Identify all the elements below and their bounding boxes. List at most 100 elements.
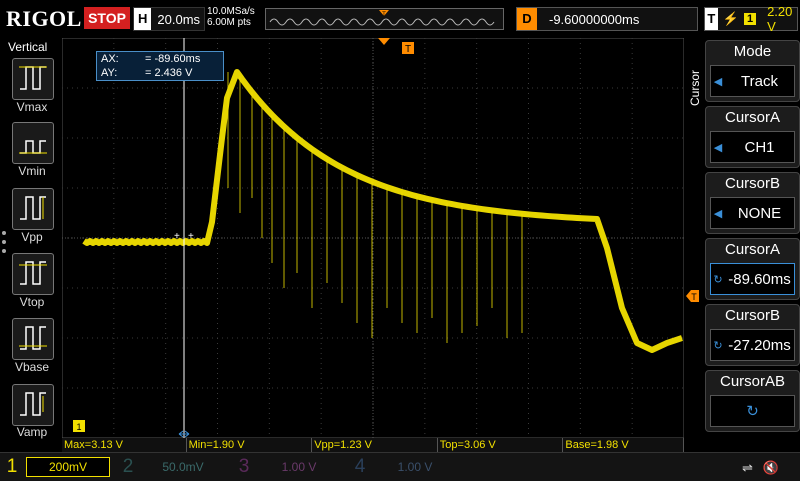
trigger-level-marker[interactable]: T: [686, 290, 700, 302]
speaker-mute-icon: 🔇: [762, 460, 779, 475]
vmax-button[interactable]: [12, 58, 54, 100]
vtop-label: Vtop: [19, 295, 45, 309]
mode-value: Track: [741, 72, 778, 90]
meas-top: Top=3.06 V: [437, 438, 564, 452]
waveform-overview-bar[interactable]: T: [265, 8, 504, 30]
vbase-icon: [19, 326, 47, 350]
channel-1-button[interactable]: 1 200mV: [2, 453, 110, 481]
cursor-b-source-menu-item[interactable]: CursorB ◀ NONE: [705, 172, 800, 234]
knob-icon: ↻: [746, 403, 759, 420]
left-arrow-icon: ◀: [713, 207, 723, 220]
rising-edge-icon: ⚡: [722, 11, 739, 26]
vamp-button[interactable]: [12, 384, 54, 426]
cursor-ab-menu-item[interactable]: CursorAB ↻: [705, 370, 800, 432]
mode-value-box: ◀ Track: [710, 65, 795, 97]
vpp-label: Vpp: [21, 230, 43, 244]
ax-value: = -89.60ms: [145, 53, 201, 65]
channel-4-button[interactable]: 4 1.00 V: [350, 453, 456, 481]
waveform-display[interactable]: + +: [61, 37, 685, 439]
usb-and-sound-icons: ⇌ 🔇: [742, 460, 779, 476]
channel-2-scale: 50.0mV: [162, 460, 204, 474]
sample-rate: 10.0MSa/s: [207, 6, 255, 17]
cursor-b-position-box: ↻ -27.20ms: [710, 329, 795, 361]
meas-vpp: Vpp=1.23 V: [312, 438, 438, 452]
channel-3-scale: 1.00 V: [281, 460, 317, 474]
delay-label: D: [517, 8, 537, 30]
channel-1-scale: 200mV: [26, 457, 110, 477]
timebase-control[interactable]: H 20.0ms: [133, 7, 205, 31]
cursor-b-position-value: -27.20ms: [728, 336, 791, 354]
cursor-ab-box: ↻: [710, 395, 795, 427]
measurement-results-bar: Max=3.13 V Min=1.90 V Vpp=1.23 V Top=3.0…: [62, 438, 685, 452]
menu-side-title: Cursor: [686, 60, 704, 110]
vpp-button[interactable]: [12, 188, 54, 230]
knob-icon: ↻: [713, 339, 723, 352]
svg-text:T: T: [405, 44, 411, 55]
vpp-icon: [20, 196, 46, 220]
cursor-a-source-title: CursorA: [724, 109, 780, 126]
vmax-label: Vmax: [16, 100, 48, 114]
trigger-control[interactable]: T ⚡ 1 2.20 V: [704, 4, 798, 34]
brand-logo: RIGOL: [6, 6, 82, 31]
panel-title: Vertical: [8, 40, 48, 54]
vmax-icon: [19, 66, 47, 90]
channel-2-button[interactable]: 2 50.0mV: [118, 453, 224, 481]
horizontal-label: H: [134, 8, 152, 30]
cursor-b-position-menu-item[interactable]: CursorB ↻ -27.20ms: [705, 304, 800, 366]
cursor-a-bottom-marker[interactable]: [178, 430, 190, 438]
left-arrow-icon: ◀: [713, 75, 723, 88]
meas-base: Base=1.98 V: [563, 438, 685, 452]
trigger-source: 1: [743, 13, 757, 25]
cursor-ab-title: CursorAB: [719, 373, 786, 390]
cursor-b-source-box: ◀ NONE: [710, 197, 795, 229]
vamp-icon: [20, 392, 46, 416]
vtop-icon: [19, 261, 47, 285]
svg-text:1: 1: [76, 422, 81, 432]
run-stop-button[interactable]: STOP: [84, 7, 130, 29]
ay-label: AY:: [101, 67, 118, 79]
channel-2-number: 2: [122, 456, 134, 477]
waveform-overview-graphic: T: [269, 10, 495, 26]
svg-text:+: +: [174, 231, 180, 242]
memory-depth: 6.00M pts: [207, 17, 251, 28]
vbase-button[interactable]: [12, 318, 54, 360]
delay-value: -9.60000000ms: [549, 11, 640, 27]
channel-3-number: 3: [238, 456, 250, 477]
cursor-a-position-value: -89.60ms: [728, 270, 791, 288]
channel-1-number: 1: [6, 456, 18, 477]
mode-title: Mode: [733, 43, 772, 60]
cursor-a-position-box: ↻ -89.60ms: [710, 263, 795, 295]
cursor-a-source-box: ◀ CH1: [710, 131, 795, 163]
sample-rate-readout: 10.0MSa/s 6.00M pts: [207, 6, 255, 28]
channel1-ground-marker[interactable]: 1: [73, 420, 87, 434]
cursor-a-source-value: CH1: [744, 138, 775, 156]
left-arrow-icon: ◀: [713, 141, 723, 154]
vmin-label: Vmin: [18, 164, 46, 178]
vtop-button[interactable]: [12, 253, 54, 295]
trigger-level: 2.20 V: [767, 4, 793, 34]
top-status-bar: RIGOL STOP H 20.0ms 10.0MSa/s 6.00M pts …: [0, 0, 800, 38]
graticule: + +: [61, 37, 685, 439]
vmin-button[interactable]: [12, 122, 54, 164]
usb-icon: ⇌: [742, 460, 753, 475]
channel-3-button[interactable]: 3 1.00 V: [234, 453, 340, 481]
meas-min: Min=1.90 V: [186, 438, 313, 452]
channel-4-number: 4: [354, 456, 366, 477]
delay-control[interactable]: D -9.60000000ms: [516, 7, 698, 31]
svg-text:+: +: [188, 231, 194, 242]
ay-value: = 2.436 V: [145, 67, 193, 79]
trigger-label: T: [705, 8, 718, 30]
channel-status-bar: 1 200mV 2 50.0mV 3 1.00 V 4 1.00 V ⇌ 🔇: [0, 452, 800, 481]
cursor-a-source-menu-item[interactable]: CursorA ◀ CH1: [705, 106, 800, 168]
cursor-a-position-menu-item[interactable]: CursorA ↻ -89.60ms: [705, 238, 800, 300]
cursor-a-position-title: CursorA: [724, 241, 780, 258]
meas-max: Max=3.13 V: [62, 438, 187, 452]
vmin-icon: [19, 140, 47, 154]
svg-text:T: T: [691, 292, 697, 302]
channel-4-scale: 1.00 V: [397, 460, 433, 474]
ax-label: AX:: [101, 53, 119, 65]
svg-text:T: T: [382, 12, 386, 18]
cursor-b-source-value: NONE: [737, 204, 782, 222]
mode-menu-item[interactable]: Mode ◀ Track: [705, 40, 800, 102]
cursor-readout: AX: = -89.60ms AY: = 2.436 V: [96, 51, 224, 81]
